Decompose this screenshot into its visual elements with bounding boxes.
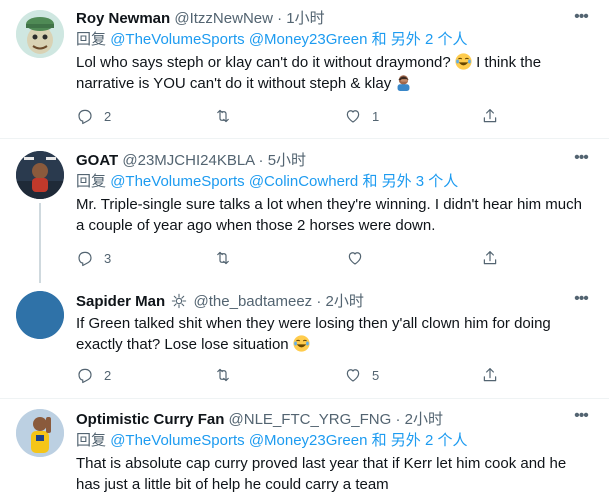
retweet-icon [217, 368, 229, 382]
reply-button[interactable]: 3 [76, 248, 111, 268]
share-icon [483, 368, 497, 382]
timestamp[interactable]: 1小时 [286, 10, 324, 27]
avatar[interactable] [16, 10, 64, 58]
reply-prefix: 回复 [76, 173, 107, 190]
tweet-goat[interactable]: GOAT @23MJCHI24KBLA · 5小时 回复 @TheVolumeS… [0, 139, 609, 283]
user-handle[interactable]: @the_badtameez [194, 293, 313, 310]
more-options-icon[interactable]: ••• [569, 150, 593, 171]
avatar-image [16, 151, 64, 199]
reply-count: 2 [104, 108, 112, 124]
face-with-tears-of-joy-icon [455, 53, 472, 70]
tweet-header: Sapider Man @the_badtameez · 2小时 [76, 292, 589, 312]
more-options-icon[interactable]: ••• [569, 9, 593, 30]
timestamp[interactable]: 5小时 [268, 152, 306, 169]
avatar-image [16, 409, 64, 457]
user-handle[interactable]: @ItzzNewNew [174, 10, 273, 27]
reply-count: 2 [104, 367, 112, 383]
thread-line [39, 203, 41, 283]
reply-icon [78, 368, 92, 384]
like-count: 1 [372, 108, 380, 124]
tweet-header: GOAT @23MJCHI24KBLA · 5小时 [76, 151, 589, 171]
reply-icon [78, 251, 92, 267]
retweet-button[interactable] [214, 248, 242, 268]
heart-icon [348, 252, 362, 265]
tweet-text: Lol who says steph or klay can't do it w… [76, 52, 589, 94]
tweet-optimistic-curry-fan[interactable]: Optimistic Curry Fan @NLE_FTC_YRG_FNG · … [0, 399, 609, 503]
share-button[interactable] [481, 365, 499, 385]
heart-icon [346, 110, 360, 123]
more-options-icon[interactable]: ••• [569, 291, 593, 312]
replying-to: 回复 @TheVolumeSports @Money23Green 和 另外 2… [76, 30, 589, 50]
like-count: 5 [372, 367, 380, 383]
like-button[interactable] [346, 248, 374, 268]
reply-others[interactable]: 和 另外 3 个人 [362, 173, 458, 190]
tweet-text-part-1: Lol who says steph or klay can't do it w… [76, 54, 451, 71]
reply-mentions[interactable]: @TheVolumeSports @ColinCowherd [110, 173, 358, 190]
display-name[interactable]: Optimistic Curry Fan [76, 411, 224, 428]
separator-dot: · [258, 152, 264, 169]
reply-count: 3 [104, 250, 112, 266]
separator-dot: · [316, 293, 322, 310]
retweet-icon [217, 251, 229, 265]
share-button[interactable] [481, 106, 499, 126]
tweet-text: Mr. Triple-single sure talks a lot when … [76, 196, 582, 234]
retweet-button[interactable] [214, 365, 242, 385]
reply-mentions[interactable]: @TheVolumeSports @Money23Green [110, 31, 367, 48]
more-options-icon[interactable]: ••• [569, 408, 593, 429]
reply-button[interactable]: 2 [76, 106, 111, 126]
tweet-text: That is absolute cap curry proved last y… [76, 455, 567, 493]
replying-to: 回复 @TheVolumeSports @ColinCowherd 和 另外 3… [76, 172, 589, 192]
share-button[interactable] [481, 248, 499, 268]
reply-button[interactable]: 2 [76, 365, 111, 385]
avatar[interactable] [16, 409, 64, 457]
replying-to: 回复 @TheVolumeSports @Money23Green 和 另外 2… [76, 431, 589, 451]
like-button[interactable]: 1 [344, 106, 379, 126]
avatar[interactable] [16, 291, 64, 339]
reply-prefix: 回复 [76, 31, 107, 48]
retweet-icon [217, 109, 229, 123]
reply-others[interactable]: 和 另外 2 个人 [372, 31, 468, 48]
tweet-header: Optimistic Curry Fan @NLE_FTC_YRG_FNG · … [76, 410, 589, 430]
avatar-image [16, 10, 64, 58]
display-name[interactable]: GOAT [76, 152, 118, 169]
face-with-tears-of-joy-icon [293, 335, 310, 352]
reply-prefix: 回复 [76, 432, 107, 449]
timestamp[interactable]: 2小时 [326, 293, 364, 310]
user-handle[interactable]: @23MJCHI24KBLA [122, 152, 254, 169]
separator-dot: · [395, 411, 401, 428]
gear-badge-icon [171, 293, 187, 315]
avatar[interactable] [16, 151, 64, 199]
reply-icon [78, 109, 92, 125]
tweet-header: Roy Newman @ItzzNewNew · 1小时 [76, 9, 589, 29]
like-button[interactable]: 5 [344, 365, 379, 385]
share-icon [483, 251, 497, 265]
retweet-button[interactable] [214, 106, 242, 126]
display-name[interactable]: Roy Newman [76, 10, 170, 27]
display-name[interactable]: Sapider Man [76, 293, 165, 310]
tweet-sapider-man[interactable]: Sapider Man @the_badtameez · 2小时 If Gree… [0, 283, 609, 393]
tweet-text: If Green talked shit when they were losi… [76, 313, 589, 355]
tweet-text-body: If Green talked shit when they were losi… [76, 315, 551, 353]
reply-others[interactable]: 和 另外 2 个人 [372, 432, 468, 449]
user-handle[interactable]: @NLE_FTC_YRG_FNG [229, 411, 392, 428]
reply-mentions[interactable]: @TheVolumeSports @Money23Green [110, 432, 367, 449]
heart-icon [346, 369, 360, 382]
tweet-roy-newman[interactable]: Roy Newman @ItzzNewNew · 1小时 回复 @TheVolu… [0, 0, 609, 138]
avatar-image [16, 291, 64, 339]
share-icon [483, 109, 497, 123]
separator-dot: · [277, 10, 283, 27]
person-facepalming-icon [395, 74, 412, 91]
timestamp[interactable]: 2小时 [405, 411, 443, 428]
